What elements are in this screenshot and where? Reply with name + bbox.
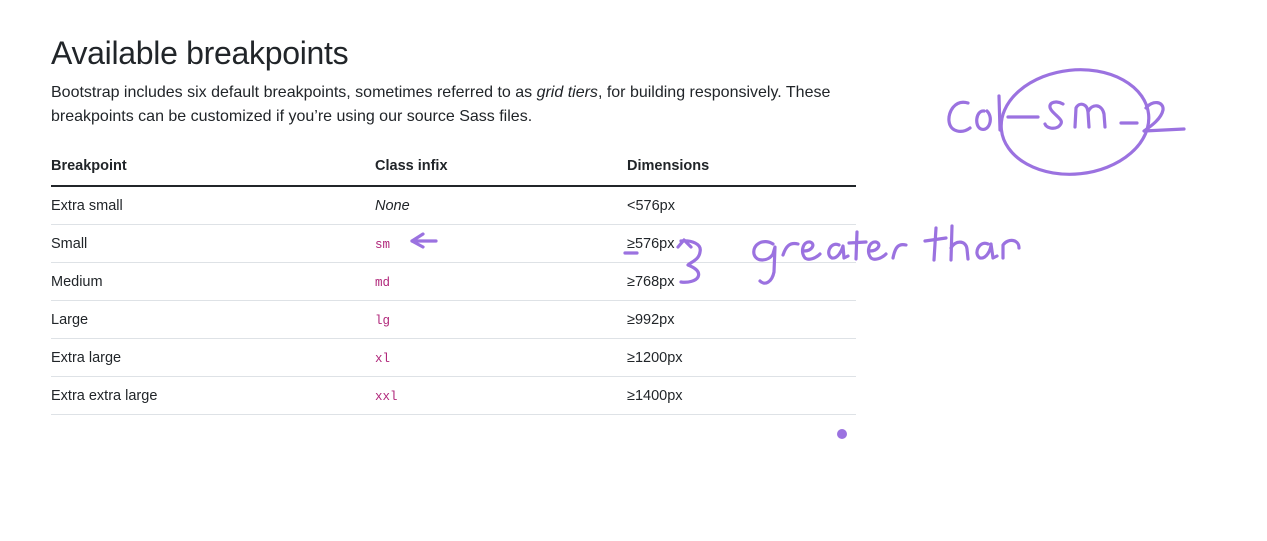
infix-cell: sm (375, 224, 627, 263)
table-row: Extra small None <576px (51, 186, 856, 225)
breakpoint-cell: Extra small (51, 186, 375, 225)
table-row: Extra extra large xxl ≥1400px (51, 376, 856, 415)
breakpoint-cell: Large (51, 300, 375, 339)
page-title: Available breakpoints (51, 35, 349, 71)
breakpoint-cell: Extra large (51, 338, 375, 377)
handwritten-col-sm-2 (947, 68, 1186, 176)
breakpoint-cell: Small (51, 224, 375, 263)
docs-section: Available breakpoints Bootstrap includes… (51, 30, 856, 415)
infix-code: xxl (375, 389, 398, 404)
infix-cell: None (375, 186, 627, 225)
table-row: Large lg ≥992px (51, 300, 856, 339)
table-row: Extra large xl ≥1200px (51, 338, 856, 377)
dimensions-cell: ≥576px (627, 224, 856, 263)
infix-code: sm (375, 237, 391, 252)
dimensions-cell: ≥992px (627, 300, 856, 339)
intro-paragraph: Bootstrap includes six default breakpoin… (51, 81, 861, 129)
infix-cell: xl (375, 338, 627, 377)
column-header-breakpoint: Breakpoint (51, 147, 375, 187)
table-row: Small sm ≥576px (51, 224, 856, 263)
dimensions-cell: ≥1400px (627, 376, 856, 415)
breakpoint-cell: Medium (51, 262, 375, 301)
infix-cell: xxl (375, 376, 627, 415)
breakpoints-table: Breakpoint Class infix Dimensions Extra … (51, 147, 856, 415)
infix-code: xl (375, 351, 391, 366)
intro-text-start: Bootstrap includes six default breakpoin… (51, 84, 537, 101)
dimensions-cell: ≥768px (627, 262, 856, 301)
infix-none: None (375, 197, 410, 214)
column-header-class-infix: Class infix (375, 147, 627, 187)
ink-dot (837, 429, 847, 439)
infix-cell: lg (375, 300, 627, 339)
infix-code: lg (375, 313, 391, 328)
column-header-dimensions: Dimensions (627, 147, 856, 187)
handwritten-circle (999, 68, 1151, 176)
infix-cell: md (375, 262, 627, 301)
table-header-row: Breakpoint Class infix Dimensions (51, 147, 856, 187)
dimensions-cell: <576px (627, 186, 856, 225)
table-row: Medium md ≥768px (51, 262, 856, 301)
breakpoint-cell: Extra extra large (51, 376, 375, 415)
infix-code: md (375, 275, 391, 290)
intro-emphasis: grid tiers (536, 84, 598, 101)
dimensions-cell: ≥1200px (627, 338, 856, 377)
